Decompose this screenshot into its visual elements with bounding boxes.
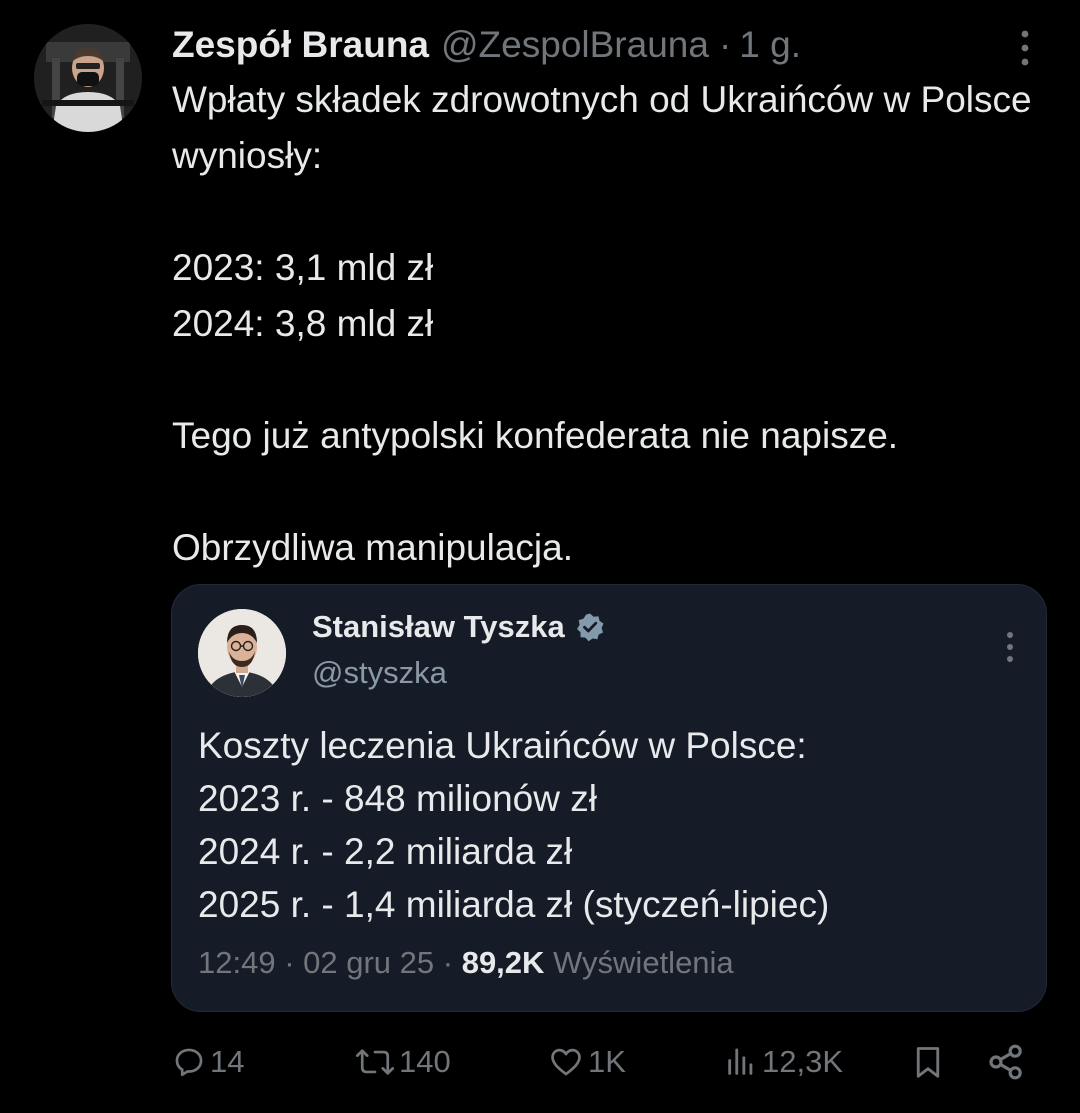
post-paragraph: Obrzydliwa manipulacja. xyxy=(172,527,574,568)
share-icon xyxy=(989,1044,1022,1080)
post-paragraph: 2024: 3,8 mld zł xyxy=(172,303,434,344)
post-paragraph xyxy=(172,184,1052,240)
more-vertical-icon xyxy=(1007,632,1013,662)
meta-separator: · xyxy=(284,945,304,980)
post-paragraph: Tego już antypolski konfederata nie napi… xyxy=(172,415,899,456)
post-text: Wpłaty składek zdrowotnych od Ukraińców … xyxy=(172,72,1052,576)
repost-icon xyxy=(355,1049,395,1075)
quoted-line: Koszty leczenia Ukraińców w Polsce: xyxy=(198,725,807,766)
quoted-post-date[interactable]: 02 gru 25 xyxy=(303,945,434,980)
quoted-author-avatar-image xyxy=(198,609,286,697)
quoted-line: 2023 r. - 848 milionów zł xyxy=(198,778,597,819)
reply-button[interactable]: 14 xyxy=(172,1036,244,1088)
post-paragraph: 2023: 3,1 mld zł xyxy=(172,247,434,288)
quoted-author-row: Stanisław Tyszka xyxy=(312,609,605,645)
quoted-post-meta: 12:49 · 02 gru 25 · 89,2K Wyświetlenia xyxy=(198,945,734,981)
heart-icon xyxy=(551,1048,581,1076)
quoted-author-name[interactable]: Stanisław Tyszka xyxy=(312,609,565,645)
quoted-line: 2025 r. - 1,4 miliarda zł (styczeń-lipie… xyxy=(198,884,830,925)
quoted-views-count: 89,2K xyxy=(461,945,545,980)
views-count: 12,3K xyxy=(762,1044,844,1079)
reply-icon xyxy=(175,1048,203,1077)
action-bar: 14 140 1K 12,3K xyxy=(0,1036,1080,1088)
quoted-author-avatar[interactable] xyxy=(198,609,286,697)
quoted-post-card[interactable]: Stanisław Tyszka @styszka Koszty leczeni… xyxy=(171,584,1047,1012)
post-more-button[interactable] xyxy=(1008,26,1042,70)
header-separator: · xyxy=(718,24,732,65)
repost-button[interactable]: 140 xyxy=(355,1036,451,1088)
repost-count: 140 xyxy=(399,1044,451,1079)
post-paragraph xyxy=(172,352,1052,408)
verified-badge-icon xyxy=(575,612,605,642)
more-vertical-icon xyxy=(1021,30,1029,66)
post-paragraph xyxy=(172,464,1052,520)
author-name[interactable]: Zespół Brauna xyxy=(172,24,429,66)
like-count: 1K xyxy=(588,1044,626,1079)
bookmark-button[interactable] xyxy=(910,1036,946,1088)
quoted-post-text: Koszty leczenia Ukraińców w Polsce: 2023… xyxy=(198,719,1028,931)
author-avatar[interactable] xyxy=(34,24,142,132)
reply-count: 14 xyxy=(210,1044,245,1079)
quoted-post-more-button[interactable] xyxy=(996,627,1024,667)
views-icon xyxy=(728,1048,753,1075)
author-avatar-image xyxy=(34,24,142,132)
author-handle[interactable]: @ZespolBrauna xyxy=(441,24,709,66)
views-button[interactable]: 12,3K xyxy=(724,1036,843,1088)
quoted-line: 2024 r. - 2,2 miliarda zł xyxy=(198,831,573,872)
post-timestamp[interactable]: 1 g. xyxy=(739,24,801,66)
meta-separator: · xyxy=(442,945,462,980)
quoted-post-time[interactable]: 12:49 xyxy=(198,945,276,980)
post-header: Zespół Brauna @ZespolBrauna · 1 g. xyxy=(172,20,801,70)
like-button[interactable]: 1K xyxy=(548,1036,626,1088)
quoted-views-label: Wyświetlenia xyxy=(553,945,734,980)
post-paragraph: Wpłaty składek zdrowotnych od Ukraińców … xyxy=(172,79,1032,176)
quoted-author-handle[interactable]: @styszka xyxy=(312,655,447,691)
share-button[interactable] xyxy=(986,1036,1026,1088)
bookmark-icon xyxy=(916,1047,940,1078)
